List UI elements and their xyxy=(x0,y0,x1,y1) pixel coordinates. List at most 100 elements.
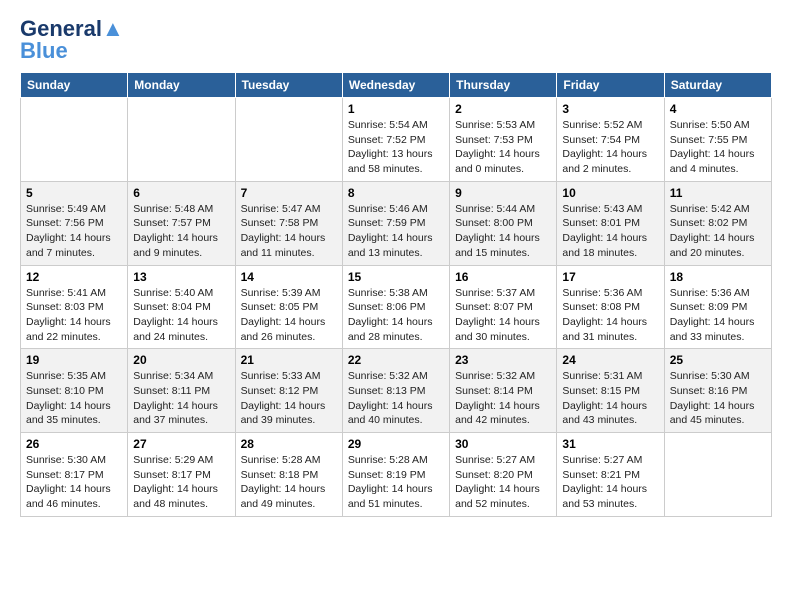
day-number: 26 xyxy=(26,437,122,451)
calendar-cell: 14 Sunrise: 5:39 AM Sunset: 8:05 PM Dayli… xyxy=(235,265,342,349)
calendar-cell: 23 Sunrise: 5:32 AM Sunset: 8:14 PM Dayli… xyxy=(450,349,557,433)
day-info: Sunrise: 5:32 AM Sunset: 8:13 PM Dayligh… xyxy=(348,369,444,428)
calendar-week-4: 19 Sunrise: 5:35 AM Sunset: 8:10 PM Dayli… xyxy=(21,349,772,433)
day-number: 23 xyxy=(455,353,551,367)
day-info: Sunrise: 5:30 AM Sunset: 8:17 PM Dayligh… xyxy=(26,453,122,512)
day-number: 8 xyxy=(348,186,444,200)
day-info: Sunrise: 5:39 AM Sunset: 8:05 PM Dayligh… xyxy=(241,286,337,345)
calendar-cell xyxy=(128,98,235,182)
day-number: 30 xyxy=(455,437,551,451)
day-info: Sunrise: 5:27 AM Sunset: 8:21 PM Dayligh… xyxy=(562,453,658,512)
calendar-cell: 31Sunrise: 5:27 AM Sunset: 8:21 PM Dayli… xyxy=(557,433,664,517)
calendar-cell: 22 Sunrise: 5:32 AM Sunset: 8:13 PM Dayli… xyxy=(342,349,449,433)
day-info: Sunrise: 5:46 AM Sunset: 7:59 PM Dayligh… xyxy=(348,202,444,261)
calendar-cell: 4 Sunrise: 5:50 AM Sunset: 7:55 PM Daylig… xyxy=(664,98,771,182)
day-info: Sunrise: 5:42 AM Sunset: 8:02 PM Dayligh… xyxy=(670,202,766,261)
calendar-cell: 11 Sunrise: 5:42 AM Sunset: 8:02 PM Dayli… xyxy=(664,181,771,265)
day-info: Sunrise: 5:36 AM Sunset: 8:09 PM Dayligh… xyxy=(670,286,766,345)
calendar-cell: 3 Sunrise: 5:52 AM Sunset: 7:54 PM Daylig… xyxy=(557,98,664,182)
calendar: SundayMondayTuesdayWednesdayThursdayFrid… xyxy=(20,72,772,517)
day-number: 27 xyxy=(133,437,229,451)
calendar-cell: 29 Sunrise: 5:28 AM Sunset: 8:19 PM Dayli… xyxy=(342,433,449,517)
calendar-cell: 28Sunrise: 5:28 AM Sunset: 8:18 PM Dayli… xyxy=(235,433,342,517)
logo-blue: Blue xyxy=(20,38,68,64)
day-info: Sunrise: 5:30 AM Sunset: 8:16 PM Dayligh… xyxy=(670,369,766,428)
day-header-monday: Monday xyxy=(128,73,235,98)
day-info: Sunrise: 5:41 AM Sunset: 8:03 PM Dayligh… xyxy=(26,286,122,345)
calendar-cell: 9 Sunrise: 5:44 AM Sunset: 8:00 PM Daylig… xyxy=(450,181,557,265)
day-number: 16 xyxy=(455,270,551,284)
calendar-cell: 25 Sunrise: 5:30 AM Sunset: 8:16 PM Dayli… xyxy=(664,349,771,433)
day-header-saturday: Saturday xyxy=(664,73,771,98)
day-number: 7 xyxy=(241,186,337,200)
day-info: Sunrise: 5:35 AM Sunset: 8:10 PM Dayligh… xyxy=(26,369,122,428)
day-info: Sunrise: 5:54 AM Sunset: 7:52 PM Dayligh… xyxy=(348,118,444,177)
calendar-cell: 5Sunrise: 5:49 AM Sunset: 7:56 PM Daylig… xyxy=(21,181,128,265)
day-header-thursday: Thursday xyxy=(450,73,557,98)
day-number: 9 xyxy=(455,186,551,200)
calendar-cell: 30 Sunrise: 5:27 AM Sunset: 8:20 PM Dayli… xyxy=(450,433,557,517)
calendar-week-5: 26 Sunrise: 5:30 AM Sunset: 8:17 PM Dayli… xyxy=(21,433,772,517)
day-info: Sunrise: 5:34 AM Sunset: 8:11 PM Dayligh… xyxy=(133,369,229,428)
day-info: Sunrise: 5:28 AM Sunset: 8:19 PM Dayligh… xyxy=(348,453,444,512)
calendar-cell: 17Sunrise: 5:36 AM Sunset: 8:08 PM Dayli… xyxy=(557,265,664,349)
day-number: 25 xyxy=(670,353,766,367)
day-number: 13 xyxy=(133,270,229,284)
calendar-cell: 26 Sunrise: 5:30 AM Sunset: 8:17 PM Dayli… xyxy=(21,433,128,517)
day-info: Sunrise: 5:33 AM Sunset: 8:12 PM Dayligh… xyxy=(241,369,337,428)
day-info: Sunrise: 5:27 AM Sunset: 8:20 PM Dayligh… xyxy=(455,453,551,512)
calendar-week-2: 5Sunrise: 5:49 AM Sunset: 7:56 PM Daylig… xyxy=(21,181,772,265)
calendar-cell: 18 Sunrise: 5:36 AM Sunset: 8:09 PM Dayli… xyxy=(664,265,771,349)
calendar-cell: 8 Sunrise: 5:46 AM Sunset: 7:59 PM Daylig… xyxy=(342,181,449,265)
day-number: 3 xyxy=(562,102,658,116)
day-number: 1 xyxy=(348,102,444,116)
day-number: 20 xyxy=(133,353,229,367)
day-info: Sunrise: 5:38 AM Sunset: 8:06 PM Dayligh… xyxy=(348,286,444,345)
day-number: 6 xyxy=(133,186,229,200)
day-info: Sunrise: 5:48 AM Sunset: 7:57 PM Dayligh… xyxy=(133,202,229,261)
calendar-header-row: SundayMondayTuesdayWednesdayThursdayFrid… xyxy=(21,73,772,98)
day-number: 14 xyxy=(241,270,337,284)
day-info: Sunrise: 5:50 AM Sunset: 7:55 PM Dayligh… xyxy=(670,118,766,177)
calendar-cell: 13 Sunrise: 5:40 AM Sunset: 8:04 PM Dayli… xyxy=(128,265,235,349)
day-info: Sunrise: 5:52 AM Sunset: 7:54 PM Dayligh… xyxy=(562,118,658,177)
day-number: 22 xyxy=(348,353,444,367)
page-header: General▲ Blue xyxy=(20,16,772,64)
calendar-cell xyxy=(21,98,128,182)
day-info: Sunrise: 5:44 AM Sunset: 8:00 PM Dayligh… xyxy=(455,202,551,261)
day-info: Sunrise: 5:43 AM Sunset: 8:01 PM Dayligh… xyxy=(562,202,658,261)
calendar-cell: 16Sunrise: 5:37 AM Sunset: 8:07 PM Dayli… xyxy=(450,265,557,349)
day-info: Sunrise: 5:53 AM Sunset: 7:53 PM Dayligh… xyxy=(455,118,551,177)
calendar-cell: 1 Sunrise: 5:54 AM Sunset: 7:52 PM Daylig… xyxy=(342,98,449,182)
calendar-cell: 19 Sunrise: 5:35 AM Sunset: 8:10 PM Dayli… xyxy=(21,349,128,433)
calendar-cell: 27 Sunrise: 5:29 AM Sunset: 8:17 PM Dayli… xyxy=(128,433,235,517)
day-number: 12 xyxy=(26,270,122,284)
day-info: Sunrise: 5:47 AM Sunset: 7:58 PM Dayligh… xyxy=(241,202,337,261)
day-number: 19 xyxy=(26,353,122,367)
day-info: Sunrise: 5:40 AM Sunset: 8:04 PM Dayligh… xyxy=(133,286,229,345)
day-number: 11 xyxy=(670,186,766,200)
calendar-cell: 15 Sunrise: 5:38 AM Sunset: 8:06 PM Dayli… xyxy=(342,265,449,349)
logo: General▲ Blue xyxy=(20,16,124,64)
calendar-cell: 10 Sunrise: 5:43 AM Sunset: 8:01 PM Dayli… xyxy=(557,181,664,265)
calendar-cell: 20 Sunrise: 5:34 AM Sunset: 8:11 PM Dayli… xyxy=(128,349,235,433)
calendar-cell xyxy=(664,433,771,517)
day-number: 4 xyxy=(670,102,766,116)
calendar-body: 1 Sunrise: 5:54 AM Sunset: 7:52 PM Daylig… xyxy=(21,98,772,517)
day-number: 17 xyxy=(562,270,658,284)
day-number: 18 xyxy=(670,270,766,284)
day-number: 5 xyxy=(26,186,122,200)
calendar-cell: 2Sunrise: 5:53 AM Sunset: 7:53 PM Daylig… xyxy=(450,98,557,182)
day-info: Sunrise: 5:31 AM Sunset: 8:15 PM Dayligh… xyxy=(562,369,658,428)
day-info: Sunrise: 5:28 AM Sunset: 8:18 PM Dayligh… xyxy=(241,453,337,512)
day-header-sunday: Sunday xyxy=(21,73,128,98)
day-info: Sunrise: 5:32 AM Sunset: 8:14 PM Dayligh… xyxy=(455,369,551,428)
calendar-week-3: 12 Sunrise: 5:41 AM Sunset: 8:03 PM Dayli… xyxy=(21,265,772,349)
day-number: 29 xyxy=(348,437,444,451)
calendar-week-1: 1 Sunrise: 5:54 AM Sunset: 7:52 PM Daylig… xyxy=(21,98,772,182)
day-number: 10 xyxy=(562,186,658,200)
day-info: Sunrise: 5:29 AM Sunset: 8:17 PM Dayligh… xyxy=(133,453,229,512)
day-number: 15 xyxy=(348,270,444,284)
calendar-cell: 6 Sunrise: 5:48 AM Sunset: 7:57 PM Daylig… xyxy=(128,181,235,265)
calendar-cell: 21Sunrise: 5:33 AM Sunset: 8:12 PM Dayli… xyxy=(235,349,342,433)
